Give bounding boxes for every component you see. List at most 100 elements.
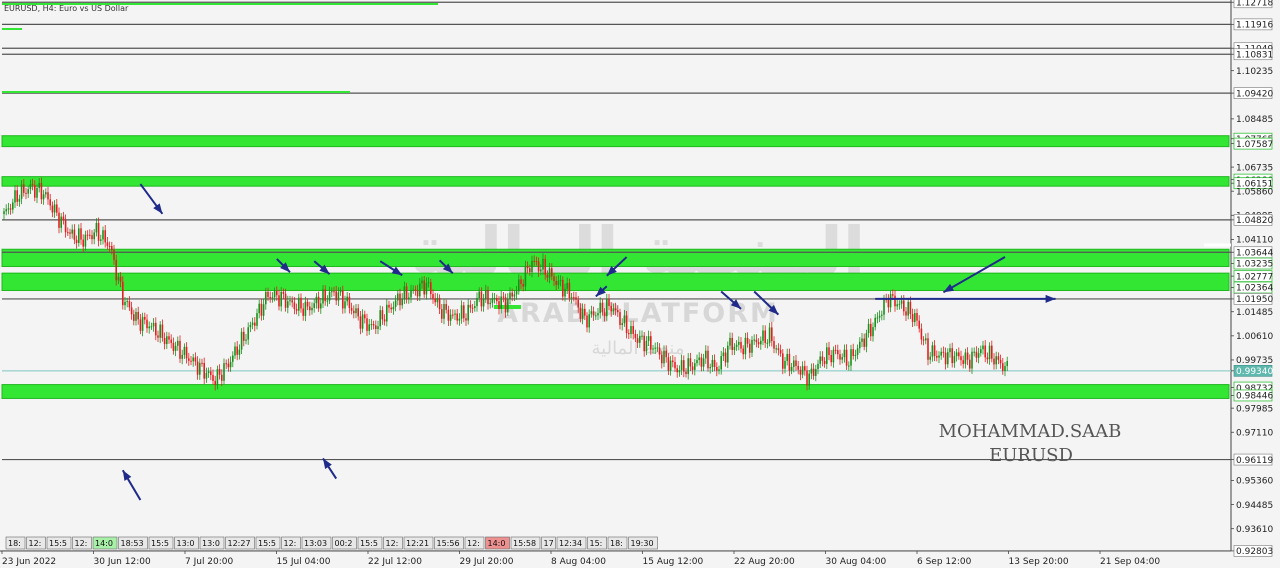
price-axis-text: 1.06735 xyxy=(1236,163,1273,173)
candle-body xyxy=(251,322,254,325)
candle-body xyxy=(265,291,267,305)
candle-body xyxy=(757,342,760,345)
candle-body xyxy=(119,276,122,282)
chart-stage: المنصة المالية ARAB PLATFORM منصة المالي… xyxy=(0,0,1280,568)
candle-body xyxy=(443,304,445,319)
price-axis-label: 1.01950 xyxy=(1231,293,1273,305)
timestamp-box[interactable]: 15:56 xyxy=(434,536,464,550)
candle-body xyxy=(430,282,432,295)
timestamp-box[interactable]: 15:5 xyxy=(357,536,383,550)
candle-body xyxy=(434,298,436,303)
candle-body xyxy=(955,352,958,357)
zone-band-4 xyxy=(1,384,1230,399)
candle-body xyxy=(636,338,639,343)
candle-body xyxy=(31,184,34,186)
timestamp-box[interactable]: 12: xyxy=(26,536,46,550)
candle-body xyxy=(315,296,318,304)
price-axis-text: 1.11916 xyxy=(1236,21,1273,31)
timestamp-box[interactable]: 17 xyxy=(541,536,556,550)
candle-body xyxy=(661,354,663,364)
candle-body xyxy=(907,301,909,316)
candle-body xyxy=(183,346,186,355)
candle-body xyxy=(62,216,65,221)
candle-body xyxy=(702,358,705,367)
candle-body xyxy=(311,307,313,311)
price-axis-text: 0.96119 xyxy=(1236,456,1273,466)
candle-body xyxy=(174,345,177,351)
timestamp-box[interactable]: 15:5 xyxy=(148,536,174,550)
timestamp-box[interactable]: 13:0 xyxy=(174,536,199,550)
candle-body xyxy=(614,308,617,311)
timestamp-box[interactable]: 12: xyxy=(72,536,92,550)
price-axis-text: 0.92803 xyxy=(1236,547,1273,557)
timestamp-box-text: 12: xyxy=(284,539,297,548)
candle-body xyxy=(317,296,320,309)
candle-body xyxy=(12,202,14,210)
timestamp-box[interactable]: 13:03 xyxy=(301,536,332,550)
chart-svg[interactable]: المنصة المالية ARAB PLATFORM منصة المالي… xyxy=(0,0,1280,568)
candle-body xyxy=(698,357,700,361)
price-axis-label: 1.10831 xyxy=(1231,48,1273,60)
candle-body xyxy=(592,311,595,316)
candle-body xyxy=(1002,363,1004,371)
timestamp-box[interactable]: 18:53 xyxy=(118,536,148,550)
timestamp-box[interactable]: 12: xyxy=(281,536,301,550)
timestamp-box[interactable]: 12:34 xyxy=(556,536,587,550)
price-axis-label: 0.92803 xyxy=(1231,545,1273,557)
timestamp-box[interactable]: 15:5 xyxy=(46,536,72,550)
candle-body xyxy=(861,338,863,342)
candle-body xyxy=(799,369,802,375)
candle-body xyxy=(669,360,672,371)
timestamp-box[interactable]: 15: xyxy=(587,536,607,550)
candle-body xyxy=(977,353,980,358)
timestamp-box[interactable]: 12: xyxy=(464,536,485,550)
candle-body xyxy=(302,308,304,316)
timestamp-box[interactable]: 18: xyxy=(607,536,628,550)
price-axis-text: 1.10831 xyxy=(1236,50,1273,60)
candle-body xyxy=(75,239,78,243)
timestamp-box[interactable]: 12:27 xyxy=(225,536,255,550)
zone-band-3 xyxy=(1,272,1230,292)
timestamp-box[interactable]: 13:0 xyxy=(199,536,225,550)
candle-body xyxy=(705,350,707,359)
price-axis-text: 0.97110 xyxy=(1236,428,1273,438)
timestamp-box[interactable]: 15:58 xyxy=(510,536,541,550)
timestamp-box-text: 15:58 xyxy=(513,539,536,548)
timestamp-box[interactable]: 14:0 xyxy=(485,536,510,550)
timestamp-box-text: 12:34 xyxy=(559,539,582,548)
candle-body xyxy=(306,301,309,307)
candle-body xyxy=(546,274,549,278)
candle-body xyxy=(355,308,357,314)
timestamp-box[interactable]: 12:21 xyxy=(403,536,434,550)
candle-body xyxy=(612,308,615,312)
candle-body xyxy=(856,348,859,355)
candle-body xyxy=(909,301,912,314)
candle-body xyxy=(570,297,573,299)
timestamp-box[interactable]: 15:5 xyxy=(255,536,281,550)
candle-body xyxy=(403,286,406,299)
timestamp-box[interactable]: 00:2 xyxy=(332,536,357,550)
candle-body xyxy=(342,290,344,309)
candle-body xyxy=(333,291,335,293)
candle-body xyxy=(788,353,791,371)
timestamp-box[interactable]: 19:30 xyxy=(628,536,658,550)
candle-body xyxy=(155,322,157,336)
candle-body xyxy=(874,317,876,328)
candle-body xyxy=(722,352,725,357)
timestamp-box[interactable]: 12: xyxy=(383,536,403,550)
time-axis-text: 7 Jul 20:00 xyxy=(185,557,234,567)
timestamp-box-text: 12:21 xyxy=(406,539,429,548)
candle-body xyxy=(388,304,390,308)
timestamp-box[interactable]: 14:0 xyxy=(92,536,118,550)
timestamp-box[interactable]: 18: xyxy=(5,536,26,550)
price-axis-label: 1.04820 xyxy=(1231,214,1273,226)
price-axis-text: 1.01485 xyxy=(1236,308,1273,318)
candle-body xyxy=(7,208,10,210)
time-axis-text: 22 Aug 20:00 xyxy=(734,557,795,567)
candle-body xyxy=(889,294,892,308)
candle-body xyxy=(238,349,241,355)
candle-body xyxy=(287,301,289,308)
time-axis-text: 6 Sep 12:00 xyxy=(917,557,972,567)
candle-body xyxy=(414,289,417,291)
candle-body xyxy=(100,239,102,241)
